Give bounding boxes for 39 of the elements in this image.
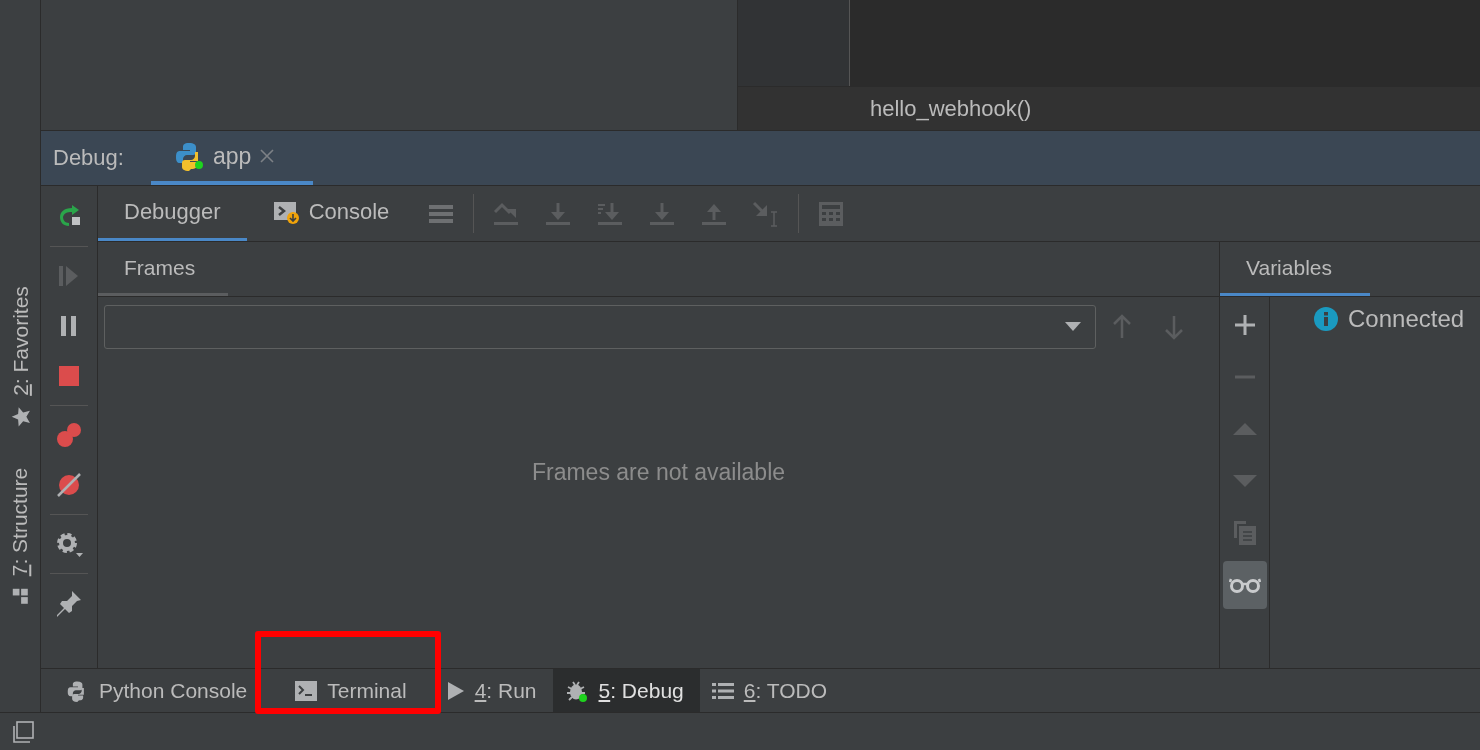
empty-message: Frames are not available (531, 459, 786, 486)
mute-breakpoints-icon[interactable] (56, 472, 82, 498)
tool-window-tab[interactable]: 4: Run (434, 669, 553, 712)
list-icon (711, 681, 734, 700)
play-icon (446, 680, 465, 701)
plus-icon (1233, 314, 1256, 336)
pin-icon[interactable] (55, 589, 83, 617)
panel-tab[interactable]: Debugger (98, 186, 247, 241)
breadcrumb[interactable]: hello_webhook() (870, 95, 1032, 122)
menu-icon[interactable] (428, 203, 455, 224)
tool-window-tab[interactable]: Terminal (263, 669, 435, 712)
session-tab[interactable]: app (151, 131, 313, 185)
stop-icon[interactable] (58, 365, 80, 387)
info-icon (1314, 307, 1338, 331)
triangle-up-icon (1232, 422, 1257, 436)
dropdown-arrow-icon (1065, 322, 1081, 332)
toolbar-toggle[interactable] (1222, 561, 1267, 609)
panel-title: Debug: (53, 145, 125, 171)
tool-window-button[interactable]: 2: Favorites (8, 286, 33, 428)
panel-tab[interactable]: Console (246, 186, 416, 241)
tool-window-tab[interactable]: 5: Debug (552, 669, 700, 712)
tool-windows-icon[interactable] (12, 720, 34, 743)
structure-icon (10, 586, 31, 607)
frames-tab[interactable]: Frames (98, 242, 228, 296)
thread-dropdown[interactable] (104, 305, 1096, 349)
breakpoints-icon[interactable] (55, 421, 83, 449)
status-message: Connected (1348, 305, 1465, 333)
terminal-icon (295, 680, 318, 701)
settings-icon[interactable] (54, 530, 84, 558)
tool-window-tab[interactable]: 6: TODO (699, 669, 844, 712)
python-icon (175, 141, 205, 171)
close-icon[interactable] (259, 148, 276, 164)
triangle-down-icon (1232, 474, 1257, 488)
variables-tab[interactable]: Variables (1220, 242, 1370, 296)
glasses-icon (1228, 577, 1261, 593)
tool-window-tab[interactable]: Python Console (55, 669, 264, 712)
tool-window-button[interactable]: 7: Structure (8, 467, 33, 607)
copy-icon (1232, 520, 1257, 546)
console-icon (272, 199, 299, 225)
